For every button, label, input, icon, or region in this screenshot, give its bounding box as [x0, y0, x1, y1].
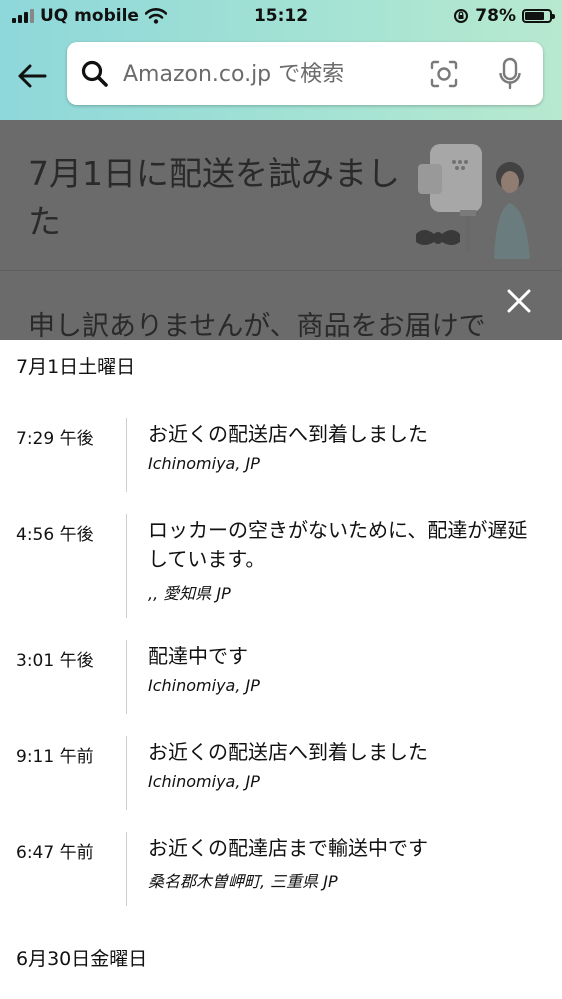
banner-divider — [0, 270, 562, 271]
back-arrow-icon — [18, 64, 47, 88]
status-left: UQ mobile — [0, 6, 167, 26]
tracking-sheet[interactable]: 7月1日土曜日 7:29 午後 お近くの配送店へ到着しました Ichinomiy… — [0, 340, 562, 999]
delivery-banner: 7月1日に配送を試みました 申し訳ありませんが、商品をお届けで — [0, 120, 562, 340]
event-location: Ichinomiya, JP — [148, 772, 260, 791]
timeline-line — [126, 736, 127, 810]
search-bar[interactable] — [67, 42, 543, 105]
event-location: ,, 愛知県 JP — [148, 584, 231, 603]
microphone-icon[interactable] — [499, 57, 521, 91]
timeline-line — [126, 640, 127, 714]
search-icon — [81, 60, 108, 87]
timeline-line — [126, 514, 127, 618]
event-location: Ichinomiya, JP — [148, 676, 260, 695]
search-input[interactable] — [121, 52, 415, 96]
signal-icon — [12, 9, 34, 23]
close-icon — [507, 289, 531, 313]
event-description: ロッカーの空きがないために、配達が遅延しています。 — [148, 518, 528, 571]
status-right: 78% — [453, 6, 562, 26]
day-heading: 6月30日金曜日 — [16, 948, 148, 970]
status-bar: UQ mobile 15:12 78% — [0, 0, 562, 32]
event-time: 9:11 午前 — [16, 747, 94, 767]
rotation-lock-icon — [454, 9, 469, 23]
day-heading: 7月1日土曜日 — [16, 356, 136, 378]
camera-icon[interactable] — [429, 59, 459, 89]
banner-product-image — [416, 144, 530, 259]
event-description: お近くの配送店へ到着しました — [148, 740, 428, 764]
timeline-line — [126, 832, 127, 906]
event-time: 3:01 午後 — [16, 651, 94, 671]
wifi-icon — [144, 8, 167, 24]
event-time: 4:56 午後 — [16, 525, 94, 545]
banner-subtitle: 申し訳ありませんが、商品をお届けで — [28, 311, 486, 340]
timeline-line — [126, 418, 127, 492]
event-location: Ichinomiya, JP — [148, 454, 260, 473]
event-location: 桑名郡木曽岬町, 三重県 JP — [148, 872, 338, 891]
back-button[interactable] — [14, 58, 50, 94]
event-time: 7:29 午後 — [16, 429, 94, 449]
close-button[interactable] — [500, 282, 538, 320]
battery-icon — [522, 9, 555, 23]
battery-percent: 78% — [475, 6, 516, 26]
event-description: 配達中です — [148, 644, 248, 668]
carrier-name: UQ mobile — [40, 6, 139, 26]
event-time: 6:47 午前 — [16, 843, 94, 863]
event-description: お近くの配送店へ到着しました — [148, 422, 428, 446]
event-description: お近くの配達店まで輸送中です — [148, 836, 428, 860]
banner-title: 7月1日に配送を試みました — [28, 154, 400, 241]
